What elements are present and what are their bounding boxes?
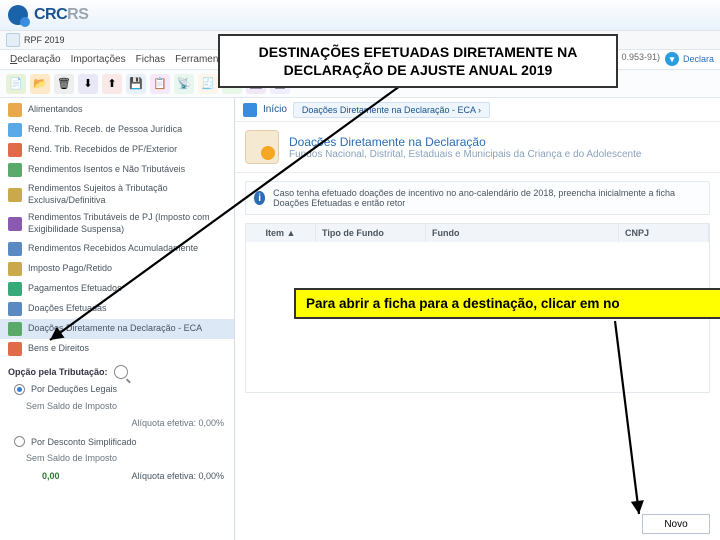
sidebar-item-label: Rendimentos Isentos e Não Tributáveis (28, 164, 185, 176)
radio-icon (14, 436, 25, 447)
sidebar-item-label: Rendimentos Sujeitos à Tributação Exclus… (28, 183, 226, 206)
main-header: Doações Diretamente na Declaração Fundos… (235, 122, 720, 173)
overlay-title: DESTINAÇÕES EFETUADAS DIRETAMENTE NA DEC… (218, 34, 618, 88)
ficha-icon (8, 262, 22, 276)
page-subtitle: Fundos Nacional, Distrital, Estaduais e … (289, 149, 641, 160)
ficha-icon (8, 123, 22, 137)
crumb-home[interactable]: Início (263, 104, 287, 115)
col-item[interactable]: Item ▲ (246, 224, 316, 242)
notice-text: Caso tenha efetuado doações de incentivo… (273, 188, 701, 208)
sidebar-item-9[interactable]: Doações Efetuadas (0, 299, 234, 319)
receipt-icon[interactable]: 🧾 (198, 74, 218, 94)
ficha-icon (8, 302, 22, 316)
opt2-sub: Sem Saldo de Imposto (0, 450, 234, 468)
opt2-line: 0,00 Alíquota efetiva: 0,00% (0, 468, 234, 486)
magnifier-icon[interactable] (114, 365, 128, 379)
ficha-icon (8, 188, 22, 202)
sidebar-item-label: Bens e Direitos (28, 343, 89, 355)
crcrs-logo-icon (8, 5, 28, 25)
info-icon: i (254, 191, 265, 205)
ficha-icon (8, 163, 22, 177)
sidebar-item-label: Rend. Trib. Recebidos de PF/Exterior (28, 144, 177, 156)
sidebar-item-3[interactable]: Rendimentos Isentos e Não Tributáveis (0, 160, 234, 180)
logo-rs: RS (67, 6, 88, 23)
ficha-icon (8, 143, 22, 157)
copy-icon[interactable]: 📋 (150, 74, 170, 94)
declarante-icon: ▾ (665, 52, 679, 66)
sidebar-item-8[interactable]: Pagamentos Efetuados (0, 279, 234, 299)
sidebar-item-4[interactable]: Rendimentos Sujeitos à Tributação Exclus… (0, 180, 234, 209)
cpf-fragment: 0.953-91) (621, 52, 660, 62)
novo-button[interactable]: Novo (642, 514, 710, 534)
save-icon[interactable]: 💾 (126, 74, 146, 94)
program-title: RPF 2019 (24, 35, 65, 45)
overlay-instruction: Para abrir a ficha para a destinação, cl… (294, 288, 720, 319)
breadcrumb: Início Doações Diretamente na Declaração… (235, 98, 720, 122)
sidebar-item-11[interactable]: Bens e Direitos (0, 339, 234, 359)
sidebar-item-label: Rend. Trib. Receb. de Pessoa Jurídica (28, 124, 182, 136)
opt1-sub: Sem Saldo de Imposto (0, 398, 234, 416)
ficha-icon (8, 242, 22, 256)
declarante-badge[interactable]: ▾ Declara (665, 52, 714, 66)
tributacao-section: Opção pela Tributação: (0, 361, 234, 381)
opt-deducoes[interactable]: Por Deduções Legais (0, 381, 234, 398)
col-cnpj[interactable]: CNPJ (619, 224, 709, 242)
logo-crc: CRC (34, 6, 67, 23)
new-icon[interactable]: 📄 (6, 74, 26, 94)
declarante-label: Declara (683, 54, 714, 64)
sidebar-item-1[interactable]: Rend. Trib. Receb. de Pessoa Jurídica (0, 120, 234, 140)
crcrs-logo: CRCRS (8, 5, 88, 25)
menu-fichas[interactable]: Fichas (136, 54, 165, 65)
sidebar-item-label: Alimentandos (28, 104, 83, 116)
open-icon[interactable]: 📂 (30, 74, 50, 94)
ficha-icon (8, 282, 22, 296)
home-icon[interactable] (243, 103, 257, 117)
radio-icon (14, 384, 25, 395)
content-area: Alimentandos Rend. Trib. Receb. de Pessoa… (0, 98, 720, 540)
crumb-current[interactable]: Doações Diretamente na Declaração - ECA … (293, 102, 490, 118)
opt1-aliq: Alíquota efetiva: 0,00% (0, 415, 234, 433)
notice-bar: i Caso tenha efetuado doações de incenti… (245, 181, 710, 215)
sidebar: Alimentandos Rend. Trib. Receb. de Pessoa… (0, 98, 235, 540)
main-panel: Início Doações Diretamente na Declaração… (235, 98, 720, 540)
header-icon (245, 130, 279, 164)
page-title: Doações Diretamente na Declaração (289, 135, 641, 149)
sidebar-item-2[interactable]: Rend. Trib. Recebidos de PF/Exterior (0, 140, 234, 160)
sidebar-item-10[interactable]: Doações Diretamente na Declaração - ECA (0, 319, 234, 339)
menu-importacoes[interactable]: Importações (71, 54, 126, 65)
ficha-icon (8, 103, 22, 117)
import-icon[interactable]: ⬇ (78, 74, 98, 94)
brand-bar: CRCRS (0, 0, 720, 30)
sidebar-item-label: Doações Efetuadas (28, 303, 107, 315)
sidebar-item-7[interactable]: Imposto Pago/Retido (0, 259, 234, 279)
export-icon[interactable]: ⬆ (102, 74, 122, 94)
transmit-icon[interactable]: 📡 (174, 74, 194, 94)
opt-simplificado[interactable]: Por Desconto Simplificado (0, 433, 234, 450)
col-fundo[interactable]: Fundo (426, 224, 619, 242)
table-header: Item ▲ Tipo de Fundo Fundo CNPJ (246, 224, 709, 242)
sidebar-item-label: Pagamentos Efetuados (28, 283, 122, 295)
sidebar-item-label: Rendimentos Recebidos Acumuladamente (28, 243, 198, 255)
sidebar-item-label: Imposto Pago/Retido (28, 263, 112, 275)
sidebar-item-0[interactable]: Alimentandos (0, 100, 234, 120)
app-icon (6, 33, 20, 47)
ficha-icon (8, 342, 22, 356)
col-tipo[interactable]: Tipo de Fundo (316, 224, 426, 242)
sidebar-item-6[interactable]: Rendimentos Recebidos Acumuladamente (0, 239, 234, 259)
ficha-icon (8, 217, 22, 231)
sidebar-item-label: Rendimentos Tributáveis de PJ (Imposto c… (28, 212, 226, 235)
ficha-icon (8, 322, 22, 336)
trash-icon[interactable]: 🗑 (54, 74, 74, 94)
menu-declaracao[interactable]: Declaração (10, 54, 61, 65)
sidebar-item-5[interactable]: Rendimentos Tributáveis de PJ (Imposto c… (0, 209, 234, 238)
sidebar-item-label: Doações Diretamente na Declaração - ECA (28, 323, 202, 335)
